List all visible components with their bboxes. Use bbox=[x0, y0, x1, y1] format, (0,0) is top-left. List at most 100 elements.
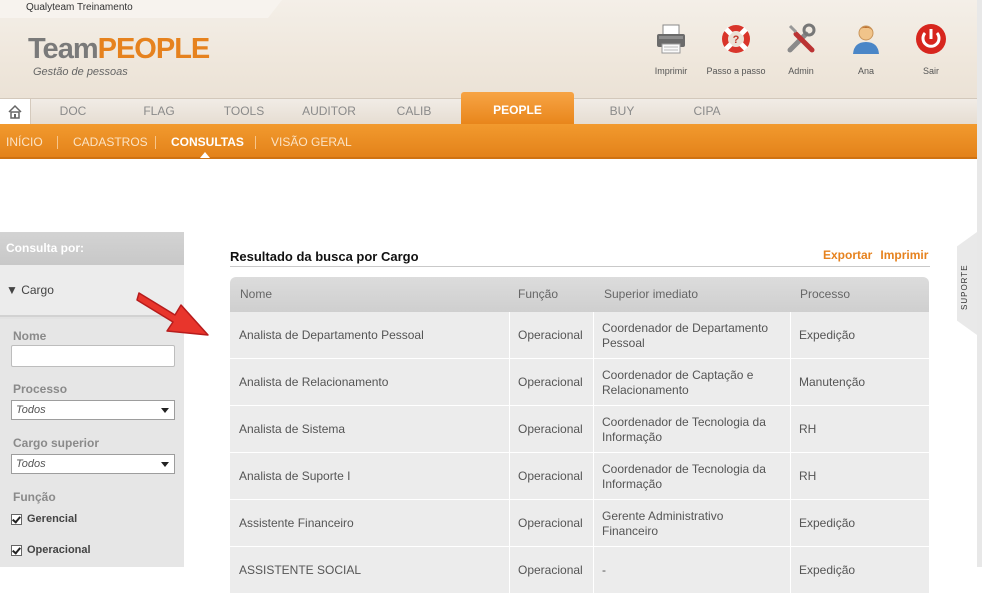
tab-buy[interactable]: BUY bbox=[600, 99, 644, 125]
module-tabs: DOC FLAG TOOLS AUDITOR CALIB PEOPLE BUY … bbox=[0, 92, 977, 125]
app-logo[interactable]: TeamPEOPLE bbox=[28, 33, 210, 66]
processo-value: Todos bbox=[16, 404, 46, 416]
cell-funcao: Operacional bbox=[518, 422, 583, 436]
lifebuoy-icon: ? bbox=[719, 22, 753, 56]
results-title: Resultado da busca por Cargo bbox=[230, 249, 419, 264]
power-icon bbox=[914, 22, 948, 56]
column-divider bbox=[509, 547, 510, 594]
tab-flag[interactable]: FLAG bbox=[134, 99, 184, 125]
help-button[interactable]: ? Passo a passo bbox=[706, 22, 766, 77]
print-label: Imprimir bbox=[654, 66, 688, 76]
tab-doc[interactable]: DOC bbox=[48, 99, 98, 125]
table-row[interactable]: Assistente Financeiro Operacional Gerent… bbox=[230, 500, 929, 547]
cell-nome: Analista de Relacionamento bbox=[239, 375, 389, 389]
cell-superior: Gerente Administrativo Financeiro bbox=[602, 508, 724, 538]
red-arrow-icon bbox=[136, 292, 209, 336]
cell-processo: Expedição bbox=[799, 516, 856, 530]
subnav-divider bbox=[57, 136, 58, 149]
funcao-operacional-label: Operacional bbox=[27, 544, 91, 556]
cell-nome: Assistente Financeiro bbox=[239, 516, 354, 530]
column-divider bbox=[790, 500, 791, 547]
chevron-down-icon bbox=[161, 408, 169, 413]
column-header-processo[interactable]: Processo bbox=[800, 277, 850, 312]
sidebar-header: Consulta por: bbox=[0, 232, 184, 265]
page-scrollbar[interactable] bbox=[977, 0, 982, 567]
print-button[interactable]: Imprimir bbox=[641, 22, 701, 77]
home-tab[interactable] bbox=[0, 99, 31, 125]
logout-button[interactable]: Sair bbox=[901, 22, 961, 77]
cargo-superior-select[interactable]: Todos bbox=[11, 454, 175, 474]
column-divider bbox=[790, 547, 791, 594]
table-row[interactable]: Analista de Sistema Operacional Coordena… bbox=[230, 406, 929, 453]
cell-superior: Coordenador de Departamento Pessoal bbox=[602, 320, 769, 350]
column-header-superior[interactable]: Superior imediato bbox=[604, 277, 698, 312]
cell-processo: RH bbox=[799, 422, 817, 436]
logo-team-text: Team bbox=[28, 33, 99, 65]
tab-calib[interactable]: CALIB bbox=[388, 99, 440, 125]
user-label: Ana bbox=[857, 66, 874, 76]
tab-cipa[interactable]: CIPA bbox=[682, 99, 732, 125]
company-name: Qualyteam Treinamento bbox=[26, 2, 133, 13]
funcao-operacional-checkbox[interactable]: Operacional bbox=[11, 544, 91, 556]
subnav-divider bbox=[155, 136, 156, 149]
column-divider bbox=[790, 453, 791, 500]
admin-button[interactable]: Admin bbox=[771, 22, 831, 77]
cell-funcao: Operacional bbox=[518, 469, 583, 483]
print-link[interactable]: Imprimir bbox=[880, 248, 928, 262]
processo-label: Processo bbox=[13, 382, 68, 396]
svg-text:?: ? bbox=[733, 34, 740, 46]
funcao-label: Função bbox=[13, 490, 56, 504]
column-header-funcao[interactable]: Função bbox=[518, 277, 558, 312]
search-form: Nome Processo Todos Cargo superior Todos… bbox=[0, 319, 184, 567]
subnav-divider bbox=[255, 136, 256, 149]
funcao-gerencial-checkbox[interactable]: Gerencial bbox=[11, 513, 77, 525]
cell-funcao: Operacional bbox=[518, 516, 583, 530]
column-divider bbox=[593, 547, 594, 594]
user-button[interactable]: Ana bbox=[836, 22, 896, 77]
subnav-cadastros[interactable]: CADASTROS bbox=[73, 124, 148, 159]
cell-processo: Expedição bbox=[799, 328, 856, 342]
tab-people[interactable]: PEOPLE bbox=[461, 92, 574, 125]
table-header: Nome Função Superior imediato Processo bbox=[230, 277, 929, 312]
nome-input[interactable] bbox=[11, 345, 175, 367]
cell-processo: Expedição bbox=[799, 563, 856, 577]
cell-nome: Analista de Sistema bbox=[239, 422, 346, 436]
chevron-down-icon bbox=[161, 462, 169, 467]
column-divider bbox=[593, 453, 594, 500]
column-divider bbox=[593, 312, 594, 359]
processo-select[interactable]: Todos bbox=[11, 400, 175, 420]
cell-nome: ASSISTENTE SOCIAL bbox=[239, 563, 362, 577]
results-divider bbox=[230, 266, 930, 267]
column-divider bbox=[509, 406, 510, 453]
sub-navigation: INÍCIO CADASTROS CONSULTAS VISÃO GERAL bbox=[0, 124, 977, 159]
support-tab-label[interactable]: SUPORTE bbox=[960, 260, 974, 310]
cell-funcao: Operacional bbox=[518, 563, 583, 577]
tab-tools[interactable]: TOOLS bbox=[214, 99, 274, 125]
logout-label: Sair bbox=[922, 66, 939, 76]
export-link[interactable]: Exportar bbox=[823, 248, 872, 262]
tab-auditor[interactable]: AUDITOR bbox=[297, 99, 361, 125]
cell-superior: - bbox=[602, 563, 606, 577]
cell-superior: Coordenador de Tecnologia da Informação bbox=[602, 461, 766, 491]
cell-superior: Coordenador de Tecnologia da Informação bbox=[602, 414, 766, 444]
subnav-inicio[interactable]: INÍCIO bbox=[6, 124, 43, 159]
cargo-superior-label: Cargo superior bbox=[13, 436, 100, 450]
table-row[interactable]: Analista de Departamento Pessoal Operaci… bbox=[230, 312, 929, 359]
cell-processo: RH bbox=[799, 469, 817, 483]
logo-subtitle: Gestão de pessoas bbox=[33, 66, 128, 78]
active-subnav-caret bbox=[200, 152, 210, 158]
nome-label: Nome bbox=[13, 329, 47, 343]
tools-icon bbox=[784, 22, 818, 56]
table-row[interactable]: ASSISTENTE SOCIAL Operacional - Expediçã… bbox=[230, 547, 929, 594]
cell-funcao: Operacional bbox=[518, 328, 583, 342]
checkbox-checked-icon bbox=[11, 544, 22, 556]
column-header-nome[interactable]: Nome bbox=[240, 277, 272, 312]
table-row[interactable]: Analista de Relacionamento Operacional C… bbox=[230, 359, 929, 406]
column-divider bbox=[593, 500, 594, 547]
table-row[interactable]: Analista de Suporte I Operacional Coorde… bbox=[230, 453, 929, 500]
subnav-visao-geral[interactable]: VISÃO GERAL bbox=[271, 124, 352, 159]
column-divider bbox=[509, 453, 510, 500]
home-icon bbox=[8, 104, 22, 119]
column-divider bbox=[509, 312, 510, 359]
column-divider bbox=[509, 500, 510, 547]
